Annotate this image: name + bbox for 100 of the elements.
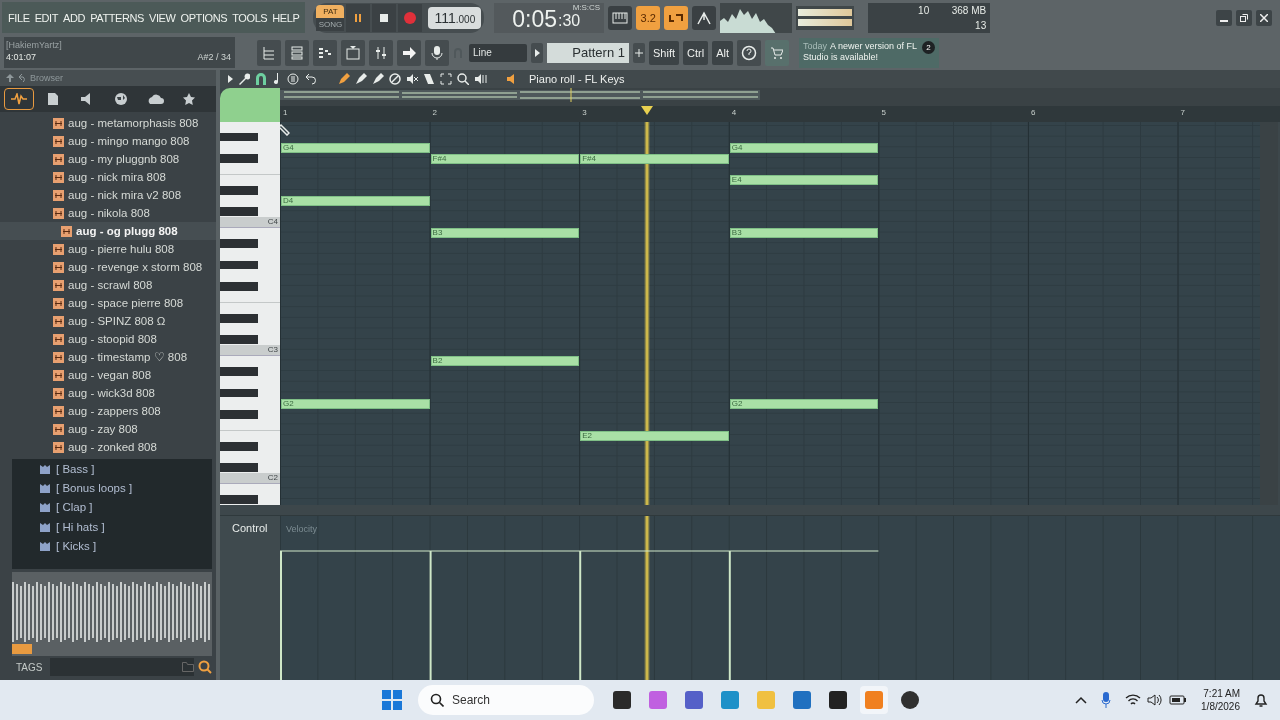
menu-item[interactable]: EDIT bbox=[34, 11, 59, 24]
menu-item[interactable]: OPTIONS bbox=[180, 11, 228, 24]
browser-item[interactable]: aug - nick mira v2 808 bbox=[0, 186, 216, 204]
magnet-icon[interactable] bbox=[255, 72, 267, 85]
pattern-arrow-button[interactable] bbox=[531, 42, 543, 63]
note[interactable]: G2 bbox=[729, 399, 879, 410]
browser-item[interactable]: aug - nikola 808 bbox=[0, 204, 216, 222]
stop-button[interactable] bbox=[372, 3, 397, 32]
sharp-key[interactable] bbox=[220, 388, 258, 398]
toolbar-toggle[interactable] bbox=[692, 5, 717, 30]
modifier-key[interactable]: Ctrl bbox=[683, 40, 709, 65]
restore-button[interactable] bbox=[1236, 9, 1252, 26]
sharp-key[interactable] bbox=[220, 441, 258, 451]
chevron-up-icon[interactable] bbox=[1075, 696, 1088, 704]
toolbar-button[interactable] bbox=[285, 39, 309, 66]
octave-key[interactable]: C3 bbox=[220, 344, 280, 356]
browser-item[interactable]: aug - zay 808 bbox=[0, 420, 216, 438]
volume-icon[interactable] bbox=[1147, 693, 1164, 707]
toolbar-button[interactable] bbox=[313, 39, 337, 66]
sharp-key[interactable] bbox=[220, 153, 258, 163]
menu-item[interactable]: FILE bbox=[8, 11, 30, 24]
toolbar-toggle[interactable]: 3.2 bbox=[636, 5, 661, 30]
toolbar-button[interactable] bbox=[369, 39, 393, 66]
browser-tab[interactable] bbox=[4, 88, 34, 110]
wifi-icon[interactable] bbox=[1125, 694, 1142, 706]
browser-item[interactable]: aug - zonked 808 bbox=[0, 438, 216, 456]
playback-icon[interactable] bbox=[474, 72, 488, 85]
disable-icon[interactable] bbox=[389, 72, 401, 85]
shop-button[interactable] bbox=[764, 39, 789, 66]
browser-item[interactable]: aug - my pluggnb 808 bbox=[0, 150, 216, 168]
browser-item[interactable]: aug - pierre hulu 808 bbox=[0, 240, 216, 258]
browser-item[interactable]: aug - metamorphasis 808 bbox=[0, 114, 216, 132]
menu-item[interactable]: VIEW bbox=[149, 11, 176, 24]
browser-item[interactable]: aug - stoopid 808 bbox=[0, 330, 216, 348]
bell-icon[interactable] bbox=[1254, 692, 1268, 708]
note[interactable]: G4 bbox=[729, 143, 879, 154]
note[interactable]: B2 bbox=[430, 356, 580, 367]
zoom-icon[interactable] bbox=[457, 72, 469, 85]
folder-item[interactable]: [ Bonus loops ] bbox=[12, 478, 212, 498]
pattern-selector[interactable]: Pattern 1 bbox=[547, 42, 629, 63]
select-icon[interactable] bbox=[440, 72, 452, 85]
add-pattern-button[interactable] bbox=[633, 42, 645, 63]
brush-icon[interactable] bbox=[372, 72, 384, 85]
toolbar-button[interactable] bbox=[257, 39, 281, 66]
close-button[interactable] bbox=[1256, 9, 1272, 26]
velocity-stem[interactable] bbox=[579, 549, 582, 681]
list-icon[interactable] bbox=[287, 72, 299, 85]
tags-field[interactable] bbox=[50, 658, 194, 676]
triangle-icon[interactable] bbox=[228, 74, 233, 83]
sharp-key[interactable] bbox=[220, 132, 258, 142]
browser-item[interactable]: aug - SPINZ 808 Ω bbox=[0, 312, 216, 330]
sharp-key[interactable] bbox=[220, 313, 258, 323]
note[interactable]: B3 bbox=[430, 228, 580, 239]
modifier-key[interactable]: Shift bbox=[649, 40, 679, 65]
system-clock[interactable]: 7:21 AM 1/8/2026 bbox=[1201, 687, 1240, 713]
browser-item[interactable]: aug - zappers 808 bbox=[0, 402, 216, 420]
search-field[interactable]: Search bbox=[418, 685, 594, 715]
pause-button[interactable] bbox=[346, 3, 371, 32]
note[interactable]: F#4 bbox=[580, 153, 729, 164]
browser-item[interactable]: aug - scrawl 808 bbox=[0, 276, 216, 294]
minimize-button[interactable] bbox=[1216, 9, 1232, 26]
sharp-key[interactable] bbox=[220, 260, 258, 270]
browser-item[interactable]: aug - og plugg 808 bbox=[0, 222, 216, 240]
help-button[interactable] bbox=[736, 39, 761, 66]
note[interactable]: F#4 bbox=[430, 153, 580, 164]
toolbar-button[interactable] bbox=[397, 39, 421, 66]
velocity-stem[interactable] bbox=[429, 549, 432, 681]
note[interactable]: E4 bbox=[729, 175, 879, 186]
octave-key[interactable]: C2 bbox=[220, 472, 280, 484]
menu-item[interactable]: HELP bbox=[272, 11, 300, 24]
tempo-display[interactable]: 111.000 bbox=[428, 6, 482, 29]
folder-item[interactable]: [ Kicks ] bbox=[12, 536, 212, 556]
browser-item[interactable]: aug - revenge x storm 808 bbox=[0, 258, 216, 276]
note[interactable]: G2 bbox=[281, 399, 430, 410]
browser-item[interactable]: aug - vegan 808 bbox=[0, 366, 216, 384]
modifier-key[interactable]: Alt bbox=[712, 40, 733, 65]
note[interactable]: B3 bbox=[729, 228, 879, 239]
note[interactable]: E2 bbox=[580, 431, 729, 442]
toolbar-toggle[interactable] bbox=[608, 5, 633, 30]
browser-item[interactable]: aug - timestamp ♡ 808 bbox=[0, 348, 216, 366]
note[interactable]: D4 bbox=[281, 196, 430, 207]
note-grid[interactable]: G4 D4 G2 F#4 B3 B2 F#4 E2 G4 E4 B3 G2 bbox=[280, 121, 1260, 505]
velocity-stem[interactable] bbox=[728, 549, 731, 681]
control-label[interactable]: Control bbox=[220, 515, 280, 680]
sharp-key[interactable] bbox=[220, 281, 258, 291]
folder-item[interactable]: [ Hi hats ] bbox=[12, 517, 212, 537]
news-panel[interactable]: Today A newer version of FL Studio is available! 2 bbox=[798, 37, 939, 68]
folder-item[interactable]: [ Bass ] bbox=[12, 459, 212, 479]
toolbar-button[interactable] bbox=[425, 39, 449, 66]
sharp-key[interactable] bbox=[220, 185, 258, 195]
battery-icon[interactable] bbox=[1169, 694, 1188, 706]
brush-icon[interactable] bbox=[355, 72, 367, 85]
mode-toggle[interactable]: PAT bbox=[316, 4, 345, 18]
toolbar-toggle[interactable] bbox=[664, 5, 689, 30]
mute-icon[interactable] bbox=[406, 72, 418, 85]
browser-item[interactable]: aug - space pierre 808 bbox=[0, 294, 216, 312]
sharp-key[interactable] bbox=[220, 409, 258, 419]
snap-dropdown[interactable]: Line bbox=[469, 43, 527, 62]
piano-keyboard[interactable]: C4 C3 C2 bbox=[220, 121, 280, 505]
microphone-icon[interactable] bbox=[1101, 692, 1112, 708]
